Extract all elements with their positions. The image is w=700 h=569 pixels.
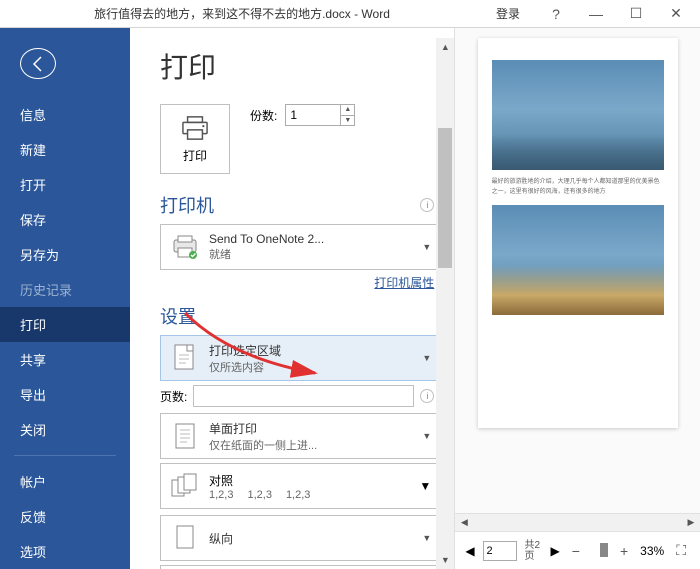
preview-h-scrollbar[interactable]: ◀ ▶ xyxy=(455,513,700,531)
preview-image-2 xyxy=(492,205,664,315)
collate-selector[interactable]: 对照 1,2,3 1,2,3 1,2,3 ▼ xyxy=(160,463,440,509)
sidebar-item-history: 历史记录 xyxy=(0,272,130,307)
print-range-selector[interactable]: 打印选定区域 仅所选内容 ▼ xyxy=(160,335,440,381)
collate-icon xyxy=(169,472,201,500)
page-range-icon xyxy=(169,342,201,374)
titlebar: 旅行值得去的地方，来到这不得不去的地方.docx - Word 登录 ? — ☐… xyxy=(0,0,700,28)
printer-selector[interactable]: Send To OneNote 2... 就绪 ▼ xyxy=(160,224,440,270)
sidebar-item-share[interactable]: 共享 xyxy=(0,342,130,377)
sidebar-item-new[interactable]: 新建 xyxy=(0,132,130,167)
paper-size-selector[interactable]: A4 ▼ xyxy=(160,565,440,569)
print-button-label: 打印 xyxy=(183,147,207,164)
zoom-in-button[interactable]: + xyxy=(616,543,632,559)
maximize-button[interactable]: ☐ xyxy=(616,0,656,28)
chevron-down-icon: ▼ xyxy=(422,353,431,363)
scroll-left-button[interactable]: ◀ xyxy=(455,517,473,528)
range-title: 打印选定区域 xyxy=(209,342,418,359)
pages-label: 页数: xyxy=(160,388,187,405)
print-settings-panel: 打印 打印 份数: xyxy=(130,28,454,569)
scroll-thumb[interactable] xyxy=(438,128,452,268)
print-button[interactable]: 打印 xyxy=(160,104,230,174)
portrait-icon xyxy=(169,522,201,554)
settings-section-title: 设置 xyxy=(160,303,440,329)
preview-caption-1: 最好的旅游胜地的介绍，大理几乎每个人都知道那里的优美景色之一，这里有很好的风海，… xyxy=(492,178,664,197)
collate-title: 对照 xyxy=(209,472,411,489)
info-icon[interactable]: i xyxy=(420,198,434,212)
sidebar-divider xyxy=(14,455,116,456)
zoom-out-button[interactable]: − xyxy=(568,543,584,559)
range-sub: 仅所选内容 xyxy=(209,359,418,375)
pages-input[interactable] xyxy=(193,385,414,407)
chevron-down-icon: ▼ xyxy=(419,479,431,493)
copies-spinner[interactable]: ▲ ▼ xyxy=(285,104,355,126)
page-number-spinner[interactable] xyxy=(483,541,517,561)
sidebar-item-save[interactable]: 保存 xyxy=(0,202,130,237)
page-title: 打印 xyxy=(160,46,440,86)
page-number-input[interactable] xyxy=(484,542,508,560)
printer-properties-link[interactable]: 打印机属性 xyxy=(160,274,434,291)
backstage-sidebar: 信息 新建 打开 保存 另存为 历史记录 打印 共享 导出 关闭 帐户 反馈 选… xyxy=(0,28,130,569)
print-preview: 最好的旅游胜地的介绍，大理几乎每个人都知道那里的优美景色之一，这里有很好的风海，… xyxy=(454,28,700,569)
scroll-down-button[interactable]: ▼ xyxy=(436,551,454,569)
printer-name: Send To OneNote 2... xyxy=(209,232,418,246)
chevron-down-icon: ▼ xyxy=(422,242,431,252)
sidebar-item-info[interactable]: 信息 xyxy=(0,97,130,132)
page-prev-button[interactable]: ◀ xyxy=(465,544,474,558)
copies-input[interactable] xyxy=(286,105,340,125)
preview-image-1 xyxy=(492,60,664,170)
help-button[interactable]: ? xyxy=(536,0,576,28)
sidebar-item-saveas[interactable]: 另存为 xyxy=(0,237,130,272)
zoom-thumb[interactable] xyxy=(600,543,608,557)
back-arrow-icon xyxy=(29,55,47,73)
preview-footer: ◀ 共2页 ▶ − + 33% ⛶ xyxy=(455,531,700,569)
scroll-right-button[interactable]: ▶ xyxy=(682,517,700,528)
orientation-label: 纵向 xyxy=(209,530,418,547)
sidebar-item-print[interactable]: 打印 xyxy=(0,307,130,342)
single-side-icon xyxy=(169,420,201,452)
sidebar-item-options[interactable]: 选项 xyxy=(0,534,130,569)
zoom-percent: 33% xyxy=(640,544,664,558)
settings-scrollbar[interactable]: ▲ ▼ xyxy=(436,38,454,569)
fit-page-button[interactable]: ⛶ xyxy=(672,542,690,559)
sidebar-item-export[interactable]: 导出 xyxy=(0,377,130,412)
page-total: 共2页 xyxy=(525,540,543,562)
duplex-title: 单面打印 xyxy=(209,420,418,437)
close-button[interactable]: ✕ xyxy=(656,0,696,28)
preview-page: 最好的旅游胜地的介绍，大理几乎每个人都知道那里的优美景色之一，这里有很好的风海，… xyxy=(478,38,678,428)
sidebar-item-feedback[interactable]: 反馈 xyxy=(0,499,130,534)
printer-status: 就绪 xyxy=(209,246,418,262)
chevron-down-icon: ▼ xyxy=(422,431,431,441)
back-button[interactable] xyxy=(20,48,56,79)
info-icon[interactable]: i xyxy=(420,389,434,403)
orientation-selector[interactable]: 纵向 ▼ xyxy=(160,515,440,561)
chevron-down-icon: ▼ xyxy=(422,533,431,543)
printer-device-icon xyxy=(169,231,201,263)
scroll-up-button[interactable]: ▲ xyxy=(436,38,454,56)
copies-label: 份数: xyxy=(250,107,277,124)
duplex-selector[interactable]: 单面打印 仅在纸面的一侧上进... ▼ xyxy=(160,413,440,459)
page-next-button[interactable]: ▶ xyxy=(551,544,560,558)
sidebar-item-open[interactable]: 打开 xyxy=(0,167,130,202)
copies-up[interactable]: ▲ xyxy=(341,105,354,116)
printer-section-title: 打印机 i xyxy=(160,192,440,218)
duplex-sub: 仅在纸面的一侧上进... xyxy=(209,437,418,453)
sidebar-item-account[interactable]: 帐户 xyxy=(0,464,130,499)
login-link[interactable]: 登录 xyxy=(496,5,520,22)
minimize-button[interactable]: — xyxy=(576,0,616,28)
printer-icon xyxy=(180,115,210,141)
copies-down[interactable]: ▼ xyxy=(341,116,354,126)
sidebar-item-close[interactable]: 关闭 xyxy=(0,412,130,447)
window-title: 旅行值得去的地方，来到这不得不去的地方.docx - Word xyxy=(4,5,480,22)
